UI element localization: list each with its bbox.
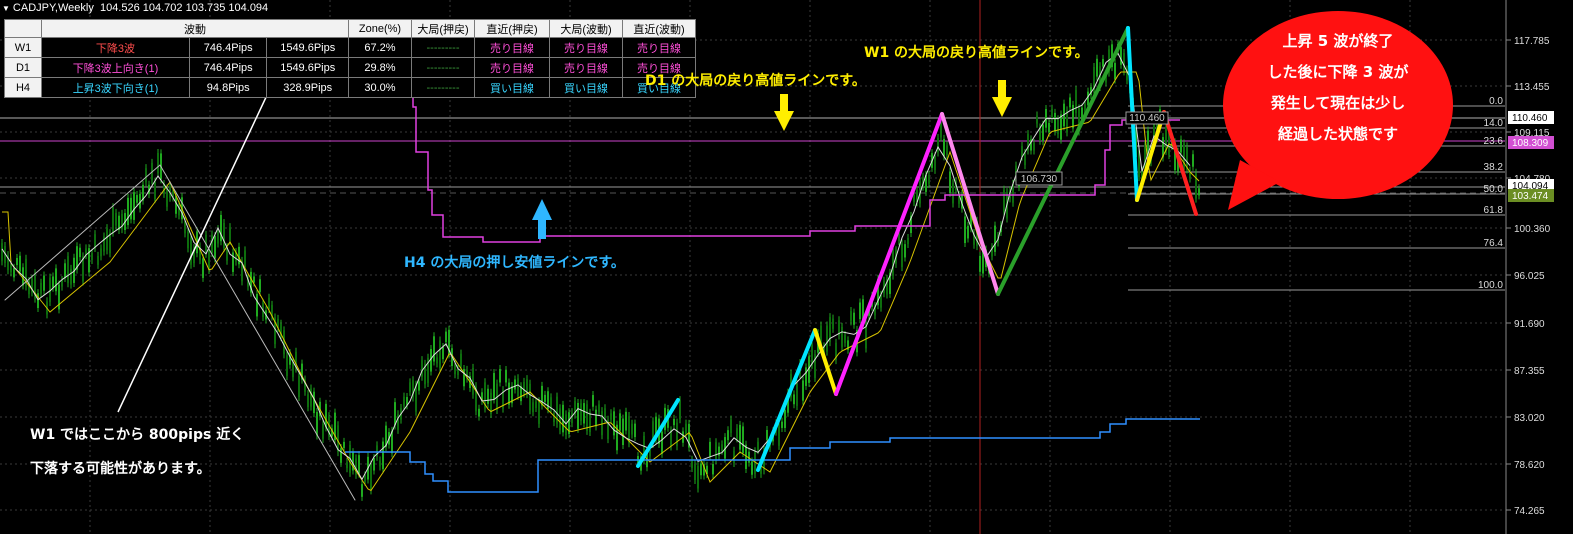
- pips1-cell: 746.4Pips: [188, 57, 268, 78]
- price-tick-label: 74.265: [1514, 506, 1545, 517]
- wave-row-h4: H4 上昇3波下向き(1) 94.8Pips 328.9Pips 30.0% -…: [4, 77, 696, 98]
- wave-magenta-1: [834, 112, 944, 396]
- bubble-line-3: 発生して現在は少し: [1270, 94, 1406, 112]
- symbol-title: CADJPY,Weekly: [12, 2, 94, 14]
- header-big-pull: 大局(押戻): [411, 19, 475, 38]
- header-wave: 波動: [41, 19, 349, 38]
- header-big-wave: 大局(波動): [549, 19, 623, 38]
- wave-row-d1: D1 下降3波上向き(1) 746.4Pips 1549.6Pips 29.8%…: [4, 57, 696, 78]
- cyan-up-arrow: [532, 199, 552, 239]
- price-tick-label: 83.020: [1514, 413, 1545, 424]
- header-zone: Zone(%): [348, 19, 412, 38]
- ohlc-readout: 104.526 104.702 103.735 104.094: [99, 2, 269, 14]
- zone-cell: 29.8%: [348, 57, 412, 78]
- big-wave-cell: 買い目線: [549, 77, 623, 98]
- big-pull-cell: ---------: [411, 77, 475, 98]
- price-tag-label: 110.460: [1512, 113, 1548, 124]
- pointer-line: [117, 75, 277, 413]
- zone-cell: 30.0%: [348, 77, 412, 98]
- triangle-down-icon[interactable]: ▼: [2, 4, 10, 13]
- svg-text:106.730: 106.730: [1021, 174, 1058, 185]
- w1-resistance-annotation: W1 の大局の戻り高値ラインです。: [864, 45, 1089, 61]
- fib-label: 76.4: [1484, 238, 1504, 249]
- wave-cell: 上昇3波下向き(1): [41, 77, 190, 98]
- wave-row-w1: W1 下降3波 746.4Pips 1549.6Pips 67.2% -----…: [4, 37, 696, 58]
- fib-label: 38.2: [1484, 162, 1504, 173]
- window-title-bar: ▼ CADJPY,Weekly 104.526 104.702 103.735 1…: [2, 2, 268, 14]
- big-wave-cell: 売り目線: [549, 57, 623, 78]
- pips2-cell: 328.9Pips: [266, 77, 349, 98]
- pips2-cell: 1549.6Pips: [266, 57, 349, 78]
- price-tick-label: 113.455: [1514, 82, 1550, 93]
- fib-label: 50.0: [1484, 184, 1504, 195]
- near-pull-cell: 売り目線: [474, 37, 550, 58]
- price-tick-label: 117.785: [1514, 36, 1550, 47]
- price-axis: 117.785113.455109.115104.780100.36096.02…: [1505, 0, 1554, 534]
- fib-label: 0.0: [1489, 96, 1503, 107]
- bubble-line-2: した後に下降 3 波が: [1267, 63, 1409, 81]
- fib-label: 14.0: [1484, 118, 1504, 129]
- zone-cell: 67.2%: [348, 37, 412, 58]
- fib-label: 100.0: [1478, 280, 1503, 291]
- price-tick-label: 96.025: [1514, 271, 1545, 282]
- d1-resistance-annotation: D1 の大局の戻り高値ラインです。: [645, 73, 866, 89]
- tf-cell: D1: [4, 57, 42, 78]
- chart-price-box-110: 110.460: [1125, 111, 1169, 125]
- tf-cell: W1: [4, 37, 42, 58]
- pips2-cell: 1549.6Pips: [266, 37, 349, 58]
- pips1-cell: 94.8Pips: [188, 77, 268, 98]
- chart-price-box-106: 106.730: [1015, 171, 1063, 186]
- wave-cell: 下降3波: [41, 37, 190, 58]
- w1-drop-annotation-line2: 下落する可能性があります。: [30, 461, 211, 477]
- price-tag-label: 108.309: [1512, 138, 1549, 149]
- header-near-pull: 直近(押戻): [474, 19, 550, 38]
- big-pull-cell: ---------: [411, 57, 475, 78]
- yellow-down-arrow-1: [774, 94, 794, 131]
- speech-bubble: 上昇 5 波が終了 した後に下降 3 波が 発生して現在は少し 経過した状態です: [1222, 10, 1454, 200]
- near-pull-cell: 買い目線: [474, 77, 550, 98]
- wave-table-header: 波動 Zone(%) 大局(押戻) 直近(押戻) 大局(波動) 直近(波動): [4, 19, 696, 38]
- pips1-cell: 746.4Pips: [188, 37, 268, 58]
- near-wave-cell: 売り目線: [622, 37, 696, 58]
- header-near-wave: 直近(波動): [622, 19, 696, 38]
- w1-drop-annotation-line1: W1 ではここから 800pips 近く: [30, 427, 245, 443]
- price-tick-label: 87.355: [1514, 366, 1545, 377]
- price-tick-label: 91.690: [1514, 319, 1545, 330]
- fib-label: 61.8: [1484, 205, 1504, 216]
- header-tf: [4, 19, 42, 38]
- fib-label: 23.6: [1484, 136, 1504, 147]
- svg-text:110.460: 110.460: [1129, 113, 1165, 124]
- tf-cell: H4: [4, 77, 42, 98]
- bubble-line-1: 上昇 5 波が終了: [1282, 32, 1394, 50]
- price-tick-label: 100.360: [1514, 224, 1551, 235]
- big-pull-cell: ---------: [411, 37, 475, 58]
- price-tag-label: 103.474: [1512, 191, 1549, 202]
- big-wave-cell: 売り目線: [549, 37, 623, 58]
- wave-green-1: [996, 26, 1130, 296]
- bubble-line-4: 経過した状態です: [1277, 125, 1398, 143]
- wave-red-1: [1162, 110, 1198, 216]
- wave-cell: 下降3波上向き(1): [41, 57, 190, 78]
- price-tick-label: 78.620: [1514, 460, 1545, 471]
- near-pull-cell: 売り目線: [474, 57, 550, 78]
- wave-table: 波動 Zone(%) 大局(押戻) 直近(押戻) 大局(波動) 直近(波動) W…: [4, 19, 696, 98]
- h4-support-annotation: H4 の大局の押し安値ラインです。: [404, 255, 625, 271]
